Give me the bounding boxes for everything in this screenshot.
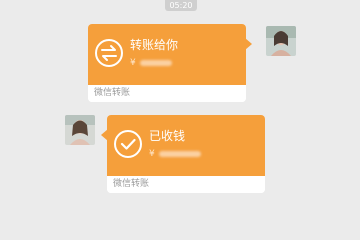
bubble-tail	[245, 38, 252, 50]
transfer-message-sent[interactable]: 转账给你 ¥ 微信转账	[88, 24, 252, 102]
transfer-message-received[interactable]: 已收钱 ¥ 微信转账	[101, 115, 265, 193]
transfer-amount: ¥	[149, 148, 201, 160]
currency-symbol: ¥	[130, 58, 136, 68]
bubble-tail	[101, 129, 108, 141]
transfer-arrows-icon	[94, 38, 124, 68]
transfer-footer-label: 微信转账	[107, 176, 265, 193]
transfer-title: 转账给你	[130, 38, 179, 52]
currency-symbol: ¥	[149, 149, 155, 159]
transfer-footer-label: 微信转账	[88, 85, 246, 102]
transfer-title: 已收钱	[149, 129, 186, 143]
check-circle-icon	[113, 129, 143, 159]
receiver-avatar[interactable]	[65, 115, 95, 145]
blurred-amount-value	[139, 60, 172, 66]
transfer-card-body[interactable]: 已收钱 ¥	[101, 115, 265, 176]
transfer-amount: ¥	[130, 57, 172, 69]
chat-screen: 05:20 转账给你 ¥ 微信转账 已收钱 ¥ 微信转账	[0, 0, 360, 200]
chat-timestamp: 05:20	[165, 0, 197, 11]
blurred-amount-value	[158, 151, 201, 157]
transfer-card-body[interactable]: 转账给你 ¥	[88, 24, 252, 85]
sender-avatar[interactable]	[266, 26, 296, 56]
